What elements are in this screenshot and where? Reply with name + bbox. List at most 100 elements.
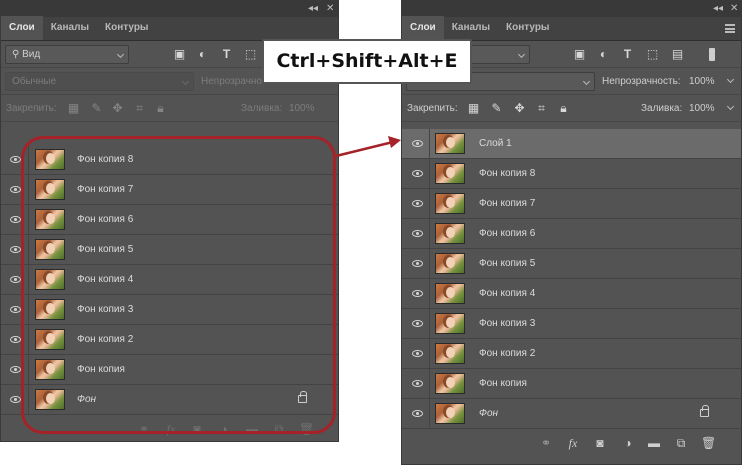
tab-paths[interactable]: Контуры [97, 16, 156, 40]
tab-channels[interactable]: Каналы [43, 16, 97, 40]
eye-icon[interactable] [412, 350, 423, 357]
layer-thumbnail [35, 269, 65, 290]
lock-artboard-icon[interactable]: ⌗ [534, 101, 549, 115]
fill-value[interactable]: 100% [689, 95, 715, 122]
eye-icon[interactable] [412, 230, 423, 237]
mask-icon[interactable]: ◙ [190, 422, 204, 436]
layer-row[interactable]: Фон копия 2 [402, 339, 741, 369]
link-icon[interactable]: ⚭ [137, 422, 151, 436]
collapse-icon[interactable]: ◂◂ [308, 3, 318, 14]
tab-channels[interactable]: Каналы [444, 16, 498, 40]
lock-pixels-icon[interactable]: ▦ [66, 101, 81, 115]
group-icon[interactable]: ▬ [245, 422, 259, 436]
eye-icon[interactable] [10, 246, 21, 253]
fx-icon[interactable]: fx [164, 422, 178, 436]
eye-icon[interactable] [10, 306, 21, 313]
lock-paint-icon[interactable]: ✎ [489, 101, 504, 115]
layer-thumbnail [35, 179, 65, 200]
image-filter-icon[interactable]: ▣ [172, 47, 187, 61]
group-icon[interactable]: ▬ [647, 436, 661, 450]
panel-tabs: Слои Каналы Контуры [1, 16, 338, 41]
layer-row[interactable]: Фон копия [402, 369, 741, 399]
layer-row[interactable]: Фон копия 7 [1, 175, 338, 205]
lock-pixels-icon[interactable]: ▦ [466, 101, 481, 115]
layer-filter-select[interactable]: ⚲ Вид [5, 45, 129, 64]
eye-icon[interactable] [10, 396, 21, 403]
layer-row-background[interactable]: Фон [1, 385, 338, 415]
layer-name: Фон копия 3 [77, 304, 134, 315]
fx-icon[interactable]: fx [566, 436, 580, 450]
type-filter-icon[interactable]: T [219, 47, 234, 61]
collapse-icon[interactable]: ◂◂ [713, 3, 723, 14]
shape-filter-icon[interactable]: ⬚ [645, 47, 660, 61]
layer-row[interactable]: Фон копия 7 [402, 189, 741, 219]
lock-all-icon[interactable]: 🔒︎ [153, 101, 168, 115]
layer-row[interactable]: Фон копия 8 [1, 145, 338, 175]
layer-row-background[interactable]: Фон [402, 399, 741, 429]
layer-row[interactable]: Фон копия 8 [402, 159, 741, 189]
blend-mode-select[interactable]: Обычные [5, 72, 194, 91]
adjustment-icon[interactable]: ◑ [621, 436, 635, 450]
new-layer-icon[interactable]: ⧉ [272, 422, 286, 436]
eye-icon[interactable] [10, 156, 21, 163]
layer-name: Фон [479, 408, 499, 419]
tab-layers[interactable]: Слои [402, 16, 444, 40]
lock-all-icon[interactable]: 🔒︎ [556, 101, 571, 115]
type-filter-icon[interactable]: T [620, 47, 635, 61]
eye-icon[interactable] [10, 216, 21, 223]
lock-paint-icon[interactable]: ✎ [89, 101, 104, 115]
adjustment-filter-icon[interactable]: ◐ [195, 47, 210, 61]
filter-toggle[interactable] [709, 48, 715, 61]
lock-artboard-icon[interactable]: ⌗ [132, 101, 147, 115]
trash-icon[interactable]: 🗑︎ [701, 436, 716, 450]
layer-row[interactable]: Фон копия 5 [1, 235, 338, 265]
panel-menu-icon[interactable] [725, 24, 735, 33]
eye-icon[interactable] [412, 170, 423, 177]
eye-icon[interactable] [412, 260, 423, 267]
close-icon[interactable]: ✕ [730, 3, 738, 14]
layer-row[interactable]: Фон копия 2 [1, 325, 338, 355]
chevron-down-icon[interactable] [726, 102, 735, 111]
layer-row[interactable]: Фон копия 4 [1, 265, 338, 295]
eye-icon[interactable] [412, 320, 423, 327]
tab-paths[interactable]: Контуры [498, 16, 557, 40]
layer-row[interactable]: Фон копия 5 [402, 249, 741, 279]
layer-row[interactable]: Фон копия [1, 355, 338, 385]
eye-icon[interactable] [412, 380, 423, 387]
layer-name: Фон копия 7 [77, 184, 134, 195]
lock-position-icon[interactable]: ✥ [512, 101, 527, 115]
chevron-down-icon[interactable] [726, 75, 735, 84]
layer-row[interactable]: Фон копия 6 [1, 205, 338, 235]
layer-row[interactable]: Фон копия 6 [402, 219, 741, 249]
eye-icon[interactable] [412, 200, 423, 207]
link-icon[interactable]: ⚭ [539, 436, 553, 450]
layer-filter-value: Вид [22, 49, 41, 60]
image-filter-icon[interactable]: ▣ [572, 47, 587, 61]
layer-name: Фон копия 2 [479, 348, 536, 359]
layer-thumbnail [35, 299, 65, 320]
eye-icon[interactable] [412, 290, 423, 297]
layer-row[interactable]: Фон копия 3 [1, 295, 338, 325]
eye-icon[interactable] [10, 186, 21, 193]
eye-icon[interactable] [10, 336, 21, 343]
adjustment-filter-icon[interactable]: ◐ [596, 47, 611, 61]
tab-layers[interactable]: Слои [1, 16, 43, 40]
layer-name: Фон копия 8 [77, 154, 134, 165]
close-icon[interactable]: ✕ [326, 3, 334, 14]
eye-icon[interactable] [10, 276, 21, 283]
opacity-value[interactable]: 100% [689, 68, 715, 95]
eye-icon[interactable] [412, 140, 423, 147]
layer-row-selected[interactable]: Слой 1 [402, 129, 741, 159]
lock-position-icon[interactable]: ✥ [110, 101, 125, 115]
trash-icon[interactable]: 🗑︎ [299, 422, 314, 436]
eye-icon[interactable] [412, 410, 423, 417]
shape-filter-icon[interactable]: ⬚ [243, 47, 258, 61]
mask-icon[interactable]: ◙ [593, 436, 607, 450]
fill-value[interactable]: 100% [289, 95, 315, 122]
new-layer-icon[interactable]: ⧉ [674, 436, 688, 450]
adjustment-icon[interactable]: ◑ [217, 422, 231, 436]
layer-row[interactable]: Фон копия 3 [402, 309, 741, 339]
layer-row[interactable]: Фон копия 4 [402, 279, 741, 309]
eye-icon[interactable] [10, 366, 21, 373]
smart-object-filter-icon[interactable]: ▤ [670, 47, 685, 61]
